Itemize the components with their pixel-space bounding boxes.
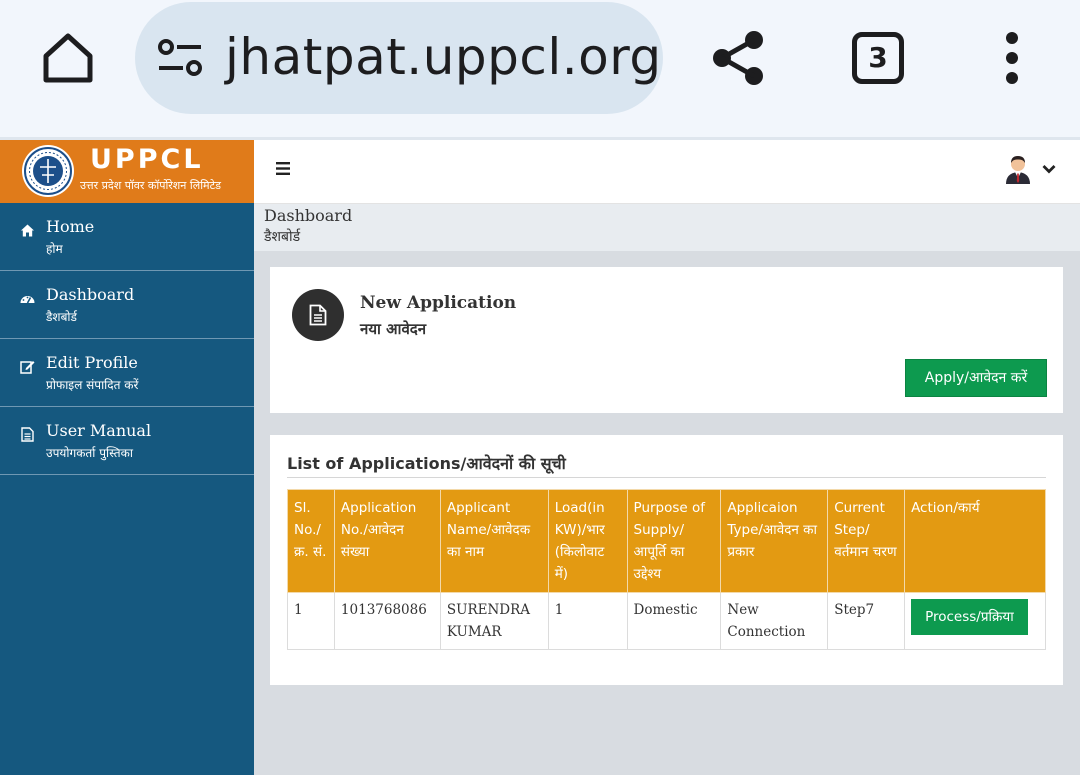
column-header: Applicant Name/आवेदक का नाम [439, 489, 549, 593]
sidebar: UPPCL उत्तर प्रदेश पॉवर कॉर्पोरेशन लिमिट… [0, 140, 254, 775]
edit-icon [20, 361, 35, 374]
document-icon [21, 427, 34, 442]
sidebar-nav: Home होम Dashboard डैशबोर्ड Edit Profile… [0, 203, 254, 475]
browser-toolbar: jhatpat.uppcl.org/c 3 [0, 0, 1080, 137]
home-icon [21, 224, 34, 237]
cell-sl-no: 1 [287, 592, 335, 650]
applications-list-title: List of Applications/आवेदनों की सूची [287, 454, 566, 473]
top-navbar [254, 140, 1080, 204]
dashboard-icon [20, 296, 35, 304]
hamburger-menu-icon[interactable] [276, 162, 290, 175]
share-icon[interactable] [708, 28, 768, 88]
brand-subtitle: उत्तर प्रदेश पॉवर कॉर्पोरेशन लिमिटेड [80, 179, 222, 192]
cell-applicant-name: SURENDRA KUMAR [439, 592, 549, 650]
cell-load: 1 [547, 592, 628, 650]
sidebar-item-label-hindi: उपयोगकर्ता पुस्तिका [46, 446, 133, 460]
chevron-down-icon[interactable] [1042, 164, 1056, 174]
sidebar-item-label: Home [46, 217, 95, 236]
column-header: Application No./आवेदन संख्या [333, 489, 441, 593]
overflow-menu-icon[interactable] [996, 30, 1028, 86]
sidebar-item-label: Edit Profile [46, 353, 138, 372]
brand-name: UPPCL [90, 144, 204, 175]
sidebar-item-label: User Manual [46, 421, 152, 440]
url-text[interactable]: jhatpat.uppcl.org/c [225, 28, 663, 86]
cell-current-step: Step7 [827, 592, 906, 650]
sidebar-item-label: Dashboard [46, 285, 135, 304]
new-application-title: New Application [360, 293, 517, 313]
main-content: Dashboard डैशबोर्ड New Application नया आ… [254, 204, 1080, 775]
divider [287, 477, 1046, 478]
new-application-card: New Application नया आवेदन Apply/आवेदन कर… [270, 267, 1063, 413]
page-title: Dashboard [264, 206, 353, 225]
column-header: Current Step/ वर्तमान चरण [827, 489, 906, 593]
column-header: Applicaion Type/आवेदन का प्रकार [720, 489, 829, 593]
page-title-hindi: डैशबोर्ड [264, 229, 301, 245]
table-header-row: Sl. No./ क्र. सं. Application No./आवेदन … [287, 489, 1046, 593]
column-header: Purpose of Supply/ आपूर्ति का उद्देश्य [626, 489, 722, 593]
site-settings-icon[interactable] [157, 38, 203, 78]
applications-table: Sl. No./ क्र. सं. Application No./आवेदन … [287, 489, 1046, 650]
column-header: Sl. No./ क्र. सं. [287, 489, 335, 593]
column-header: Action/कार्य [904, 489, 1046, 593]
column-header: Load(in KW)/भार (किलोवाट में) [547, 489, 628, 593]
sidebar-item-home[interactable]: Home होम [0, 203, 254, 271]
uppcl-logo [22, 145, 74, 197]
tabs-icon[interactable]: 3 [852, 32, 904, 84]
user-avatar-icon[interactable] [1004, 154, 1032, 184]
cell-action: Process/प्रक्रिया [904, 592, 1046, 650]
cell-purpose: Domestic [626, 592, 722, 650]
new-application-icon-badge [292, 289, 344, 341]
sidebar-item-user-manual[interactable]: User Manual उपयोगकर्ता पुस्तिका [0, 407, 254, 475]
breadcrumb: Dashboard डैशबोर्ड [254, 204, 1080, 251]
table-row: 1 1013768086 SURENDRA KUMAR 1 Domestic N… [287, 592, 1046, 650]
sidebar-item-dashboard[interactable]: Dashboard डैशबोर्ड [0, 271, 254, 339]
process-button[interactable]: Process/प्रक्रिया [911, 599, 1028, 635]
apply-button[interactable]: Apply/आवेदन करें [905, 359, 1047, 397]
brand-header[interactable]: UPPCL उत्तर प्रदेश पॉवर कॉर्पोरेशन लिमिट… [0, 140, 254, 203]
applications-list-card: List of Applications/आवेदनों की सूची Sl.… [270, 435, 1063, 685]
sidebar-item-label-hindi: होम [46, 242, 63, 256]
cell-application-no: 1013768086 [333, 592, 441, 650]
sidebar-item-label-hindi: डैशबोर्ड [46, 310, 77, 324]
home-icon[interactable] [38, 28, 98, 88]
new-application-title-hindi: नया आवेदन [360, 320, 427, 338]
sidebar-item-label-hindi: प्रोफाइल संपादित करें [46, 378, 139, 392]
document-icon [309, 304, 327, 326]
cell-application-type: New Connection [720, 592, 829, 650]
address-bar[interactable]: jhatpat.uppcl.org/c [135, 2, 663, 114]
sidebar-item-edit-profile[interactable]: Edit Profile प्रोफाइल संपादित करें [0, 339, 254, 407]
